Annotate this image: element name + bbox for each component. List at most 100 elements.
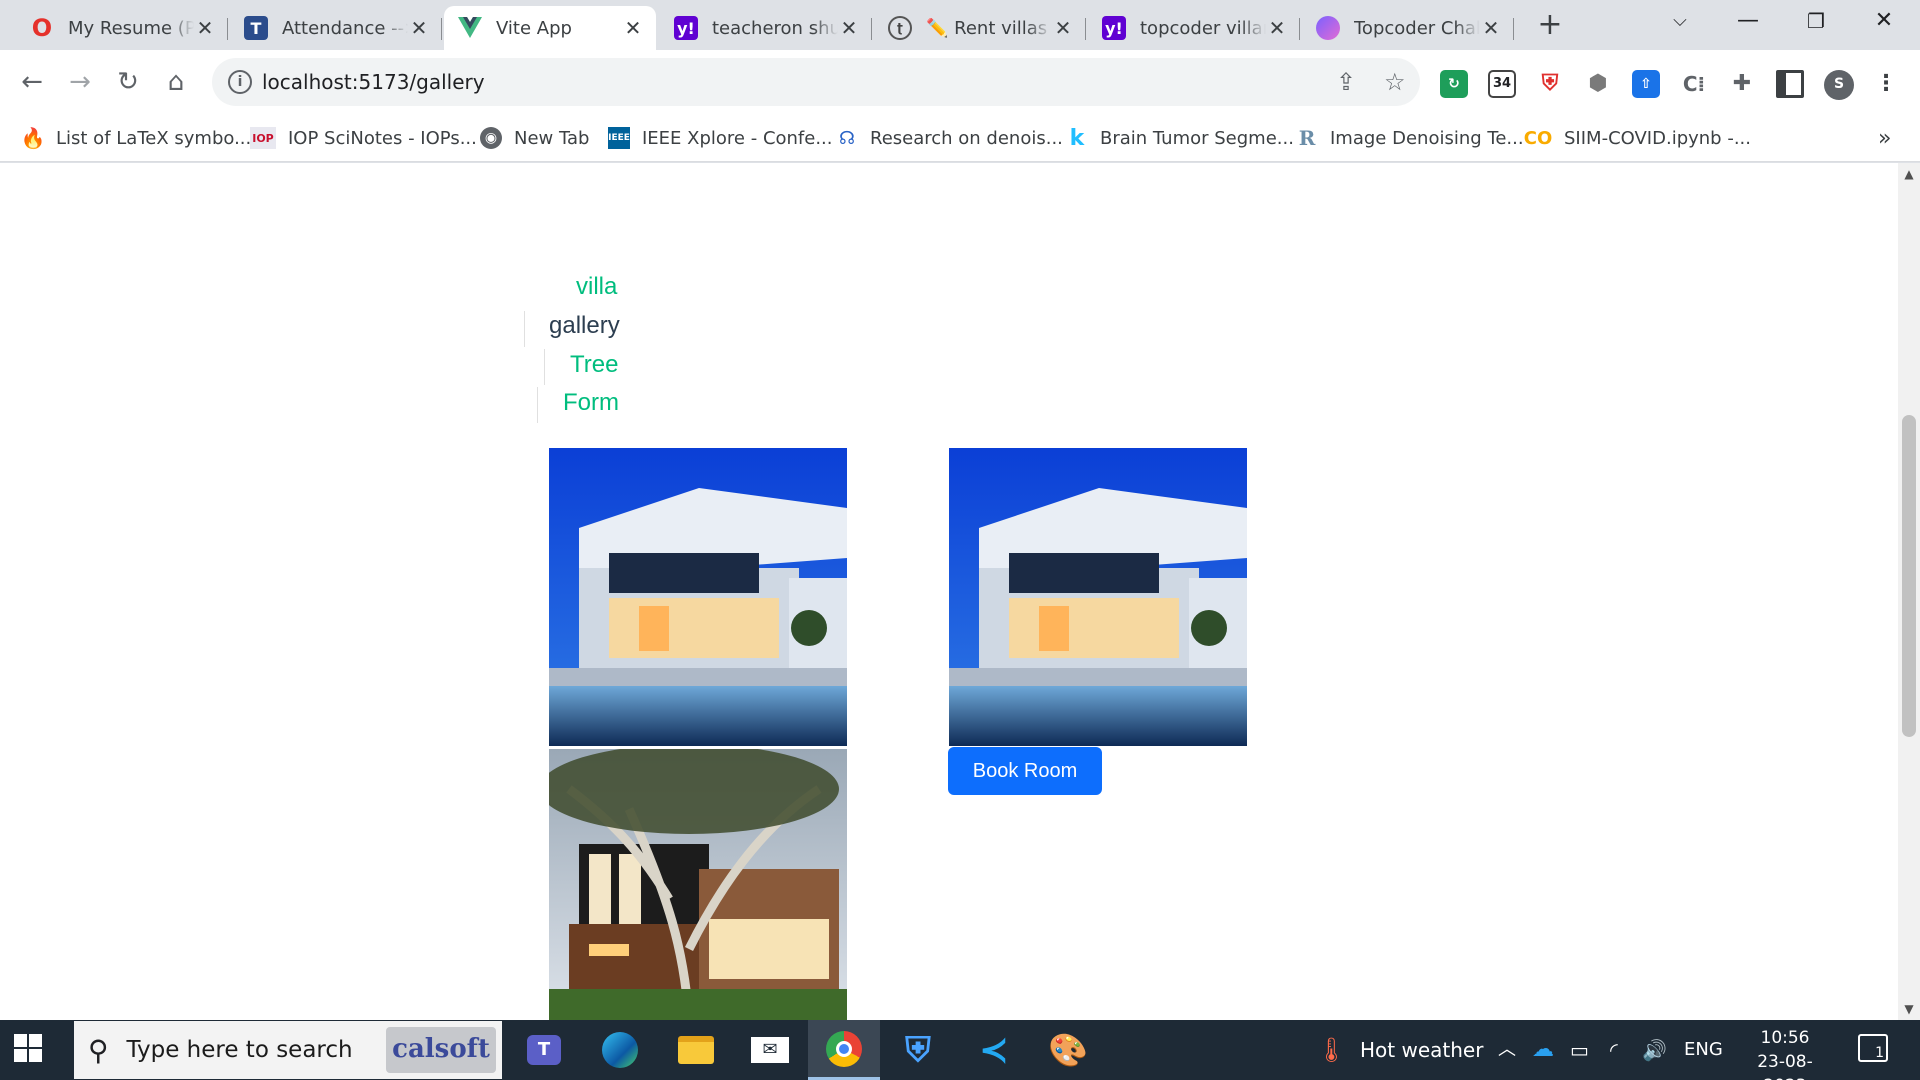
volume-icon[interactable]: 🔊 (1642, 1020, 1667, 1080)
share-icon[interactable]: ⇪ (1336, 68, 1356, 96)
close-tab-icon[interactable]: ✕ (622, 16, 644, 40)
weather-thermometer-icon[interactable]: 🌡 (1316, 1020, 1346, 1080)
tab-strip: O My Resume (Pl ✕ T Attendance --> ✕ Vit… (0, 0, 1920, 50)
r-icon: R (1298, 126, 1316, 150)
globe-icon: ◉ (480, 127, 502, 149)
profile-initial: S (1833, 76, 1845, 92)
page-scrollbar[interactable]: ▲ ▼ (1898, 163, 1920, 1020)
home-icon[interactable]: ⌂ (156, 62, 196, 102)
code-extension-icon[interactable]: C⁞ (1680, 70, 1708, 98)
new-tab-button[interactable]: + (1532, 8, 1568, 44)
more-bookmarks-icon[interactable]: » (1878, 124, 1891, 152)
scroll-up-icon[interactable]: ▲ (1898, 167, 1920, 181)
profile-avatar[interactable]: S (1824, 70, 1854, 100)
onedrive-icon[interactable]: ☁ (1532, 1020, 1554, 1080)
bookmark-label: SIIM-COVID.ipynb -... (1564, 127, 1751, 149)
tray-chevron-icon[interactable]: ︿ (1498, 1020, 1516, 1080)
bookmark-item[interactable]: IEEE IEEE Xplore - Confe... (608, 124, 833, 152)
close-tab-icon[interactable]: ✕ (1052, 16, 1074, 40)
taskbar-search[interactable]: ⚲ Type here to search calsoft (74, 1021, 502, 1079)
edge-icon[interactable] (584, 1020, 656, 1080)
back-icon[interactable]: ← (12, 62, 52, 102)
language-indicator[interactable]: ENG (1684, 1020, 1723, 1080)
tab-topcoder-challenge[interactable]: Topcoder Chall ✕ (1302, 6, 1514, 50)
close-tab-icon[interactable]: ✕ (1480, 16, 1502, 40)
bookmark-item[interactable]: IOP IOP SciNotes - IOPs... (250, 124, 477, 152)
defender-shield-icon[interactable]: ⛨ (882, 1020, 954, 1080)
mail-icon[interactable]: ✉ (734, 1020, 806, 1080)
bookmark-item[interactable]: k Brain Tumor Segme... (1066, 124, 1294, 152)
tab-rent-villas[interactable]: ʈ ✏️ Rent villas ✕ (874, 6, 1086, 50)
scroll-down-icon[interactable]: ▼ (1898, 1002, 1920, 1016)
extensions-puzzle-icon[interactable]: ✚ (1728, 70, 1756, 98)
yahoo-icon: y! (1102, 16, 1126, 40)
tab-teacheron[interactable]: y! teacheron shul ✕ (660, 6, 872, 50)
nav-link-tree[interactable]: Tree (568, 351, 620, 379)
restore-button[interactable]: ❐ (1782, 0, 1850, 44)
gallery-image-villa-pool[interactable] (549, 448, 847, 746)
teams-icon[interactable]: T (508, 1020, 580, 1080)
bookmark-item[interactable]: CO SIIM-COVID.ipynb -... (1524, 124, 1751, 152)
tab-search-chevron-icon[interactable]: ⌵ (1646, 0, 1714, 44)
close-tab-icon[interactable]: ✕ (838, 16, 860, 40)
site-info-icon[interactable]: i (228, 70, 252, 94)
chrome-icon[interactable] (808, 1020, 880, 1080)
wifi-icon[interactable]: ◜ (1610, 1020, 1618, 1080)
close-tab-icon[interactable]: ✕ (194, 16, 216, 40)
tab-vite-app[interactable]: Vite App ✕ (444, 6, 656, 50)
browser-menu-icon[interactable]: ⋮ (1872, 70, 1900, 98)
reload-icon[interactable]: ↻ (108, 62, 148, 102)
paint-icon[interactable]: 🎨 (1032, 1020, 1104, 1080)
search-icon: ⚲ (88, 1033, 109, 1067)
minimize-button[interactable]: — (1714, 0, 1782, 44)
page-content: villa gallery Tree Form Book Room (0, 163, 1898, 1020)
close-tab-icon[interactable]: ✕ (1266, 16, 1288, 40)
bookmark-label: IEEE Xplore - Confe... (642, 127, 833, 149)
bookmark-label: Brain Tumor Segme... (1100, 127, 1294, 149)
nav-link-gallery[interactable]: gallery (547, 312, 622, 340)
bookmark-item[interactable]: 🔥 List of LaTeX symbo... (20, 124, 252, 152)
gallery-image-villa-pool-2[interactable] (949, 448, 1247, 746)
shield-extension-icon[interactable]: ⛨ (1536, 70, 1564, 98)
topcoder-icon (1316, 16, 1340, 40)
bookmark-star-icon[interactable]: ☆ (1384, 68, 1406, 96)
weather-text[interactable]: Hot weather (1360, 1020, 1483, 1080)
side-panel-icon[interactable] (1776, 70, 1804, 98)
battery-icon[interactable]: ▭ (1570, 1020, 1589, 1080)
cube-extension-icon[interactable]: ⬢ (1584, 70, 1612, 98)
notifications-icon[interactable]: 1 (1858, 1034, 1888, 1062)
windows-start-icon[interactable] (14, 1034, 46, 1066)
search-placeholder: Type here to search (126, 1037, 353, 1063)
page-icon: ʈ (888, 16, 912, 40)
gallery-image-house-tree[interactable] (549, 749, 847, 1020)
nav-link-form[interactable]: Form (561, 389, 621, 417)
file-explorer-icon[interactable] (660, 1020, 732, 1080)
scrollbar-thumb[interactable] (1902, 415, 1916, 737)
clock[interactable]: 10:56 23-08-2023 (1736, 1026, 1834, 1080)
upload-extension-icon[interactable]: ⇧ (1632, 70, 1660, 98)
nav-link-villa[interactable]: villa (574, 273, 619, 301)
bookmark-item[interactable]: ◉ New Tab (480, 124, 589, 152)
tab-topcoder-villa[interactable]: y! topcoder villar ✕ (1088, 6, 1300, 50)
calendar-extension-icon[interactable]: 34 (1488, 70, 1516, 98)
book-room-button[interactable]: Book Room (948, 747, 1102, 795)
bookmark-item[interactable]: ☊ Research on denois... (836, 124, 1063, 152)
flame-icon: 🔥 (20, 126, 46, 150)
search-brand-logo: calsoft (386, 1027, 496, 1073)
tab-title: Topcoder Chall (1354, 17, 1480, 39)
vscode-icon[interactable]: ≺ (958, 1020, 1030, 1080)
colab-icon: CO (1523, 127, 1553, 149)
address-bar[interactable]: i localhost:5173/gallery ⇪ ☆ (212, 58, 1420, 106)
close-tab-icon[interactable]: ✕ (408, 16, 430, 40)
url-text[interactable]: localhost:5173/gallery (262, 70, 485, 94)
tab-my-resume[interactable]: O My Resume (Pl ✕ (16, 6, 228, 50)
tab-attendance[interactable]: T Attendance --> ✕ (230, 6, 442, 50)
calendar-badge: 34 (1492, 76, 1512, 91)
t-app-icon: T (244, 16, 268, 40)
tab-title: Vite App (496, 17, 572, 39)
yahoo-icon: y! (674, 16, 698, 40)
forward-icon[interactable]: → (60, 62, 100, 102)
bookmark-item[interactable]: R Image Denoising Te... (1296, 124, 1524, 152)
close-window-button[interactable]: ✕ (1850, 0, 1918, 44)
grammar-extension-icon[interactable]: ↻ (1440, 70, 1468, 98)
